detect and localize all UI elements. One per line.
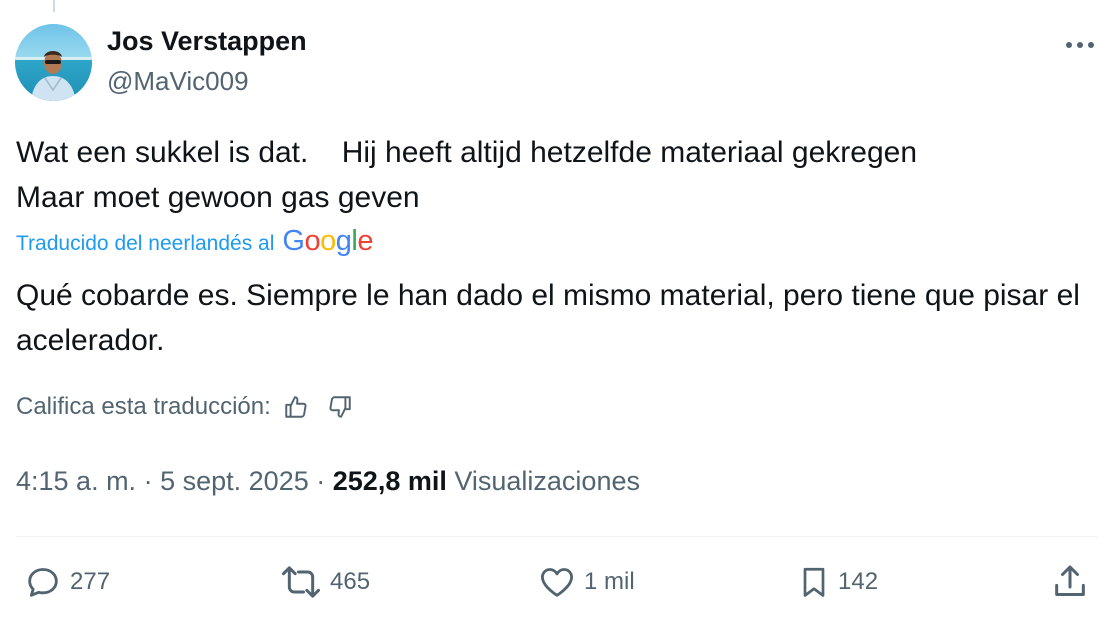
google-logo: Google	[282, 225, 373, 257]
thumbs-up-icon	[285, 396, 307, 418]
meta-separator: ·	[316, 466, 326, 496]
repost-arrows-icon	[282, 566, 320, 598]
share-upload-icon	[1055, 565, 1085, 596]
speech-bubble-icon	[28, 568, 58, 597]
bookmark-count: 142	[838, 568, 879, 595]
reply-button[interactable]: 277	[22, 562, 110, 602]
rate-translation-label: Califica esta traducción:	[16, 393, 271, 420]
author-handle[interactable]: @MaVic009	[107, 66, 249, 97]
like-count: 1 mil	[584, 568, 635, 595]
avatar-image	[15, 24, 92, 101]
thumbs-down-icon	[329, 396, 351, 418]
translation-attribution: Traducido del neerlandés al Google	[16, 225, 373, 260]
like-button[interactable]: 1 mil	[536, 562, 635, 602]
heart-icon	[541, 568, 573, 597]
bookmark-button[interactable]: 142	[796, 562, 878, 602]
views-count: 252,8 mil	[332, 466, 447, 496]
avatar[interactable]	[15, 24, 92, 101]
divider	[16, 536, 1098, 537]
tweet-meta: 4:15 a. m. · 5 sept. 2025 · 252,8 mil Vi…	[16, 466, 640, 497]
bookmark-icon	[803, 567, 825, 597]
thumbs-up-button[interactable]	[281, 392, 311, 422]
translation-label: Traducido del neerlandés al	[16, 231, 275, 255]
share-button[interactable]	[1050, 562, 1090, 602]
thread-connector-line	[53, 0, 55, 12]
more-horizontal-icon	[1066, 42, 1094, 48]
rate-translation-row: Califica esta traducción:	[16, 392, 355, 422]
views-label: Visualizaciones	[454, 466, 640, 496]
tweet-date[interactable]: 5 sept. 2025	[160, 466, 309, 496]
thumbs-down-button[interactable]	[325, 392, 355, 422]
repost-count: 465	[330, 568, 371, 595]
tweet-original-text: Wat een sukkel is dat. Hij heeft altijd …	[16, 136, 918, 214]
more-options-button[interactable]	[1060, 30, 1100, 60]
tweet-translated-text: Qué cobarde es. Siempre le han dado el m…	[16, 279, 1080, 357]
repost-button[interactable]: 465	[278, 562, 370, 602]
reply-count: 277	[70, 568, 111, 595]
tweet-time[interactable]: 4:15 a. m.	[16, 466, 136, 496]
meta-separator: ·	[143, 466, 153, 496]
author-display-name[interactable]: Jos Verstappen	[107, 26, 307, 57]
